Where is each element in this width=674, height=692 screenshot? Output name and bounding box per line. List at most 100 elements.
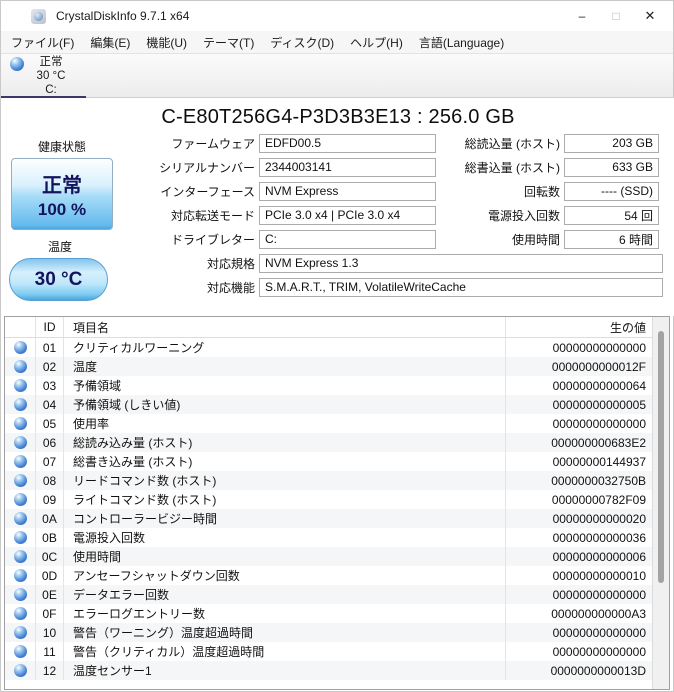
attribute-id: 07 [36,452,64,471]
status-orb-icon [13,455,27,468]
minimize-icon[interactable]: – [565,1,599,31]
menu-item[interactable]: ファイル(F) [1,34,82,51]
status-orb-icon [13,550,27,563]
smart-table-row[interactable]: 0F エラーログエントリー数 000000000000A3 [5,604,652,623]
smart-table-row[interactable]: 0C 使用時間 00000000000006 [5,547,652,566]
field-value: NVM Express 1.3 [259,253,663,273]
title-bar: CrystalDiskInfo 9.7.1 x64 – □ ✕ [1,1,673,31]
attribute-id: 0E [36,585,64,604]
attribute-id: 09 [36,490,64,509]
status-orb-icon [13,474,27,487]
attribute-name: エラーログエントリー数 [64,604,506,623]
menu-item[interactable]: テーマ(T) [195,34,262,51]
attribute-raw-value: 00000000000000 [552,587,646,602]
smart-table-row[interactable]: 04 予備領域 (しきい値) 00000000000005 [5,395,652,414]
tab-temperature: 30 °C [36,70,66,82]
fields-wide-column: 対応規格 NVM Express 1.3 対応機能 S.M.A.R.T., TR… [121,251,663,299]
menu-item[interactable]: 編集(E) [82,34,138,51]
smart-table-row[interactable]: 01 クリティカルワーニング 00000000000000 [5,338,652,357]
info-field-row: ファームウェア EDFD00.5 [121,131,436,155]
attribute-raw-value: 000000000000A3 [551,606,646,621]
attribute-name: クリティカルワーニング [64,338,506,357]
smart-table-row[interactable]: 07 総書き込み量 (ホスト) 00000000144937 [5,452,652,471]
attribute-id: 12 [36,661,64,680]
menu-item[interactable]: 言語(Language) [411,34,512,51]
status-orb-icon [13,398,27,411]
attribute-id: 0C [36,547,64,566]
attribute-name: アンセーフシャットダウン回数 [64,566,506,585]
smart-table-row[interactable]: 06 総読み込み量 (ホスト) 000000000683E2 [5,433,652,452]
menu-bar: ファイル(F) 編集(E) 機能(U) テーマ(T) ディスク(D) ヘルプ(H… [1,31,673,54]
status-orb-icon [13,379,27,392]
attribute-name: データエラー回数 [64,585,506,604]
attribute-name: 予備領域 [64,376,506,395]
app-window: CrystalDiskInfo 9.7.1 x64 – □ ✕ ファイル(F) … [0,0,674,692]
field-value: 2344003141 [259,157,436,177]
smart-table-row[interactable]: 12 温度センサー1 0000000000013D [5,661,652,680]
smart-table-row[interactable]: 03 予備領域 00000000000064 [5,376,652,395]
attribute-raw-value: 00000000000005 [552,397,646,412]
smart-table-row[interactable]: 0E データエラー回数 00000000000000 [5,585,652,604]
field-label: インターフェース [160,184,255,199]
maximize-icon[interactable]: □ [599,1,633,31]
field-label: 使用時間 [511,232,560,247]
table-scrollbar[interactable] [652,317,669,689]
status-orb-icon [13,341,27,354]
status-orb-icon [13,588,27,601]
attribute-id: 10 [36,623,64,642]
header-raw-value: 生の値 [609,320,646,335]
attribute-name: 予備領域 (しきい値) [64,395,506,414]
attribute-raw-value: 00000000782F09 [551,492,646,507]
tab-status: 正常 [39,56,63,68]
field-label: ドライブレター [170,232,255,247]
health-status-button[interactable]: 正常 100 % [11,158,113,230]
smart-table-header: ID 項目名 生の値 [5,317,652,338]
smart-table: ID 項目名 生の値 01 クリティカルワーニング 00000000000000… [4,316,670,690]
info-field-row: 総読込量 (ホスト) 203 GB [441,131,659,155]
status-orb-icon [13,645,27,658]
menu-item[interactable]: ディスク(D) [262,34,342,51]
field-value: 6 時間 [564,229,659,249]
attribute-id: 0B [36,528,64,547]
smart-table-row[interactable]: 02 温度 0000000000012F [5,357,652,376]
status-orb-icon [13,569,27,582]
field-label: 電源投入回数 [487,208,560,223]
smart-table-row[interactable]: 08 リードコマンド数 (ホスト) 0000000032750B [5,471,652,490]
attribute-id: 06 [36,433,64,452]
info-field-row: 回転数 ---- (SSD) [441,179,659,203]
smart-table-row[interactable]: 10 警告（ワーニング）温度超過時間 00000000000000 [5,623,652,642]
smart-table-row[interactable]: 09 ライトコマンド数 (ホスト) 00000000782F09 [5,490,652,509]
disk-tab-strip: 正常 30 °C C: [1,54,673,99]
field-label: 総書込量 (ホスト) [464,160,560,175]
scrollbar-thumb[interactable] [658,331,664,583]
smart-table-row[interactable]: 0B 電源投入回数 00000000000036 [5,528,652,547]
attribute-name: 使用率 [64,414,506,433]
attribute-id: 01 [36,338,64,357]
health-status-value: 正常 [42,174,82,197]
header-id: ID [36,317,64,337]
smart-table-row[interactable]: 0D アンセーフシャットダウン回数 00000000000010 [5,566,652,585]
window-title: CrystalDiskInfo 9.7.1 x64 [56,9,190,23]
close-icon[interactable]: ✕ [633,1,667,31]
menu-item[interactable]: ヘルプ(H) [342,34,411,51]
attribute-raw-value: 00000000000006 [552,549,646,564]
temperature-button[interactable]: 30 °C [9,258,108,301]
smart-table-row[interactable]: 11 警告（クリティカル）温度超過時間 00000000000000 [5,642,652,661]
field-value: PCIe 3.0 x4 | PCIe 3.0 x4 [259,205,436,225]
attribute-name: 総書き込み量 (ホスト) [64,452,506,471]
disk-tab-c[interactable]: 正常 30 °C C: [1,54,86,99]
attribute-name: 温度 [64,357,506,376]
menu-item[interactable]: 機能(U) [138,34,195,51]
status-orb-icon [13,664,27,677]
smart-table-row[interactable]: 0A コントローラービジー時間 00000000000020 [5,509,652,528]
status-orb-icon [13,626,27,639]
status-orb-icon [13,607,27,620]
attribute-name: ライトコマンド数 (ホスト) [64,490,506,509]
field-label: 総読込量 (ホスト) [464,136,560,151]
disk-info-panel: C-E80T256G4-P3D3B3E13 : 256.0 GB 健康状態 正常… [1,98,674,316]
attribute-name: 使用時間 [64,547,506,566]
field-value: 203 GB [564,133,659,153]
attribute-id: 0D [36,566,64,585]
attribute-id: 08 [36,471,64,490]
smart-table-row[interactable]: 05 使用率 00000000000000 [5,414,652,433]
